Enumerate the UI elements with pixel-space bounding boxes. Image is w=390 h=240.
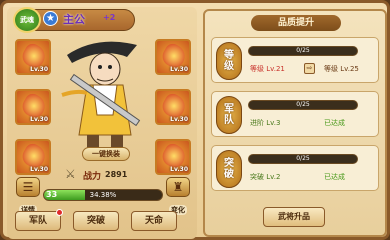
quality-panel: 品质提升 等 级 0/25 等级 Lv.21 ⇨ 等级 Lv.25 军 队 0/… xyxy=(203,9,387,237)
transform-button[interactable]: ♜ 变化 xyxy=(163,177,193,215)
quality-panel-title: 品质提升 xyxy=(251,15,341,31)
target-level: 等级 Lv.25 xyxy=(324,65,359,73)
hero-portrait xyxy=(61,41,141,153)
progress-text: 0/25 xyxy=(296,155,310,162)
current-level: 等级 Lv.21 xyxy=(250,65,285,73)
army-progress-bar: 0/25 xyxy=(248,100,358,110)
progress-text: 0/25 xyxy=(296,47,310,54)
equip-level: Lv.30 xyxy=(170,66,188,73)
one-click-equip-button[interactable]: 一键换装 xyxy=(82,147,130,161)
equip-level: Lv.30 xyxy=(170,116,188,123)
army-tab-label: 军队 xyxy=(28,216,47,226)
equip-slot-left-1[interactable]: Lv.30 xyxy=(15,39,51,75)
breakthrough-status: 已达成 xyxy=(324,173,345,181)
notification-dot xyxy=(56,209,63,216)
promote-general-button[interactable]: 武将升品 xyxy=(263,207,325,227)
power-label: 战力 xyxy=(83,172,102,182)
army-status: 已达成 xyxy=(324,119,345,127)
equip-level: Lv.30 xyxy=(30,66,48,73)
details-button[interactable]: ☰ 详情 xyxy=(13,177,43,215)
level-tag: 等 级 xyxy=(216,42,242,80)
equip-slot-right-1[interactable]: Lv.30 xyxy=(155,39,191,75)
power-row: ⚔ 战力 2891 xyxy=(65,167,165,183)
star-icon: ★ xyxy=(43,11,58,26)
army-tab-button[interactable]: 军队 xyxy=(15,209,63,231)
rank-badge-icon: 武魂 xyxy=(13,7,41,33)
hero-name: 主公 xyxy=(63,13,85,26)
breakthrough-requirement: 突破 Lv.2 xyxy=(250,173,281,181)
crossed-swords-icon: ⚔ xyxy=(65,167,76,181)
equip-slot-right-2[interactable]: Lv.30 xyxy=(155,89,191,125)
army-requirement: 进阶 Lv.3 xyxy=(250,119,281,127)
fate-tab-button[interactable]: 天命 xyxy=(131,211,177,231)
army-tag: 军 队 xyxy=(216,96,242,134)
equip-level: Lv.30 xyxy=(30,166,48,173)
progress-text: 0/25 xyxy=(296,101,310,108)
level-progress-bar: 0/25 xyxy=(248,46,358,56)
exp-percent: 34.38% xyxy=(89,191,117,199)
equip-slot-left-2[interactable]: Lv.30 xyxy=(15,89,51,125)
quality-card-level: 等 级 0/25 等级 Lv.21 ⇨ 等级 Lv.25 xyxy=(211,37,379,83)
exp-bar: 33 34.38% xyxy=(43,189,163,201)
equip-level: Lv.30 xyxy=(170,166,188,173)
equip-level: Lv.30 xyxy=(30,116,48,123)
equip-slot-left-3[interactable]: Lv.30 xyxy=(15,139,51,175)
hero-panel: 武魂 ★ 主公 +2 Lv.30 Lv.30 Lv.30 Lv.30 Lv.30… xyxy=(7,7,197,239)
game-window: 武魂 ★ 主公 +2 Lv.30 Lv.30 Lv.30 Lv.30 Lv.30… xyxy=(0,0,390,240)
breakthrough-progress-bar: 0/25 xyxy=(248,154,358,164)
breakthrough-tag: 突 破 xyxy=(216,150,242,188)
helmet-icon: ♜ xyxy=(166,177,190,197)
quality-card-army: 军 队 0/25 进阶 Lv.3 已达成 xyxy=(211,91,379,137)
quality-card-breakthrough: 突 破 0/25 突破 Lv.2 已达成 xyxy=(211,145,379,191)
breakthrough-tab-button[interactable]: 突破 xyxy=(73,211,119,231)
arrow-right-icon: ⇨ xyxy=(304,63,315,74)
scroll-icon: ☰ xyxy=(16,177,40,197)
power-value: 2891 xyxy=(105,170,128,179)
hero-plus: +2 xyxy=(103,13,116,22)
